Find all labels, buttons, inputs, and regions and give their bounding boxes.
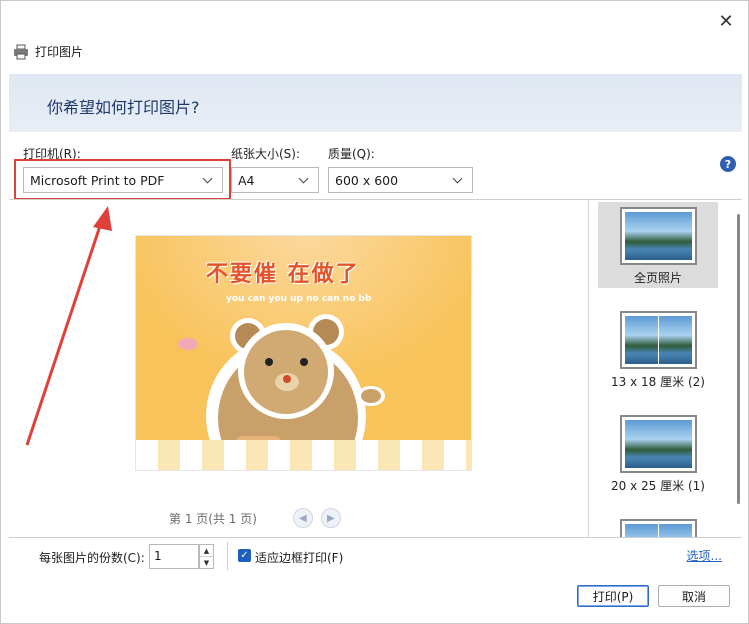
copies-stepper[interactable]: ▲ ▼: [199, 544, 214, 569]
printer-icon: [14, 44, 28, 59]
header-band: 你希望如何打印图片?: [9, 74, 742, 132]
divider: [227, 542, 228, 570]
layout-thumbnail: [619, 311, 697, 369]
quality-select[interactable]: 600 x 600: [328, 167, 473, 193]
fit-to-frame-checkbox[interactable]: ✓: [238, 549, 251, 562]
layout-label: 20 x 25 厘米 (1): [611, 479, 705, 493]
paper-size-select[interactable]: A4: [231, 167, 319, 193]
quality-label: 质量(Q):: [328, 147, 375, 161]
cancel-button[interactable]: 取消: [658, 585, 730, 607]
layout-thumbnail: [619, 415, 697, 473]
photo-stripes: [136, 440, 471, 470]
layout-item-full-page[interactable]: 全页照片: [598, 202, 718, 288]
next-page-icon[interactable]: ▶: [320, 508, 341, 528]
layout-label: 全页照片: [633, 271, 682, 285]
layout-label: 13 x 18 厘米 (2): [611, 375, 705, 389]
preview-pane: 不要催 在做了 you can you up no can no bb 第 1 …: [9, 200, 589, 538]
page-indicator: 第 1 页(共 1 页): [169, 511, 257, 526]
stepper-down-icon[interactable]: ▼: [200, 556, 213, 568]
layout-item-13x18[interactable]: 13 x 18 厘米 (2): [598, 306, 718, 392]
copies-label: 每张图片的份数(C):: [39, 551, 145, 565]
page-title: 你希望如何打印图片?: [47, 98, 200, 117]
content-area: 不要催 在做了 you can you up no can no bb 第 1 …: [9, 199, 742, 538]
paper-size-label: 纸张大小(S):: [231, 147, 301, 161]
pager: 第 1 页(共 1 页) ◀ ▶: [169, 508, 341, 528]
title-bar: 打印图片: [13, 43, 83, 60]
layout-scrollbar[interactable]: [737, 214, 740, 504]
previous-page-icon[interactable]: ◀: [292, 508, 313, 528]
photo-preview: 不要催 在做了 you can you up no can no bb: [135, 235, 472, 471]
bear-illustration: [178, 314, 385, 470]
copies-input[interactable]: 1: [149, 544, 199, 569]
window-title: 打印图片: [35, 45, 84, 59]
footer-options: 每张图片的份数(C): 1 ▲ ▼ ✓ 适应边框打印(F) 选项...: [9, 537, 742, 573]
help-icon[interactable]: ?: [720, 156, 736, 172]
paper-size-value: A4: [238, 172, 255, 188]
print-button[interactable]: 打印(P): [577, 585, 649, 607]
layout-thumbnail: [619, 207, 697, 265]
stepper-up-icon[interactable]: ▲: [200, 545, 213, 556]
close-icon[interactable]: ✕: [712, 9, 740, 33]
print-pictures-dialog: ✕ 打印图片 你希望如何打印图片? 打印机(R): Microsoft Prin…: [0, 0, 749, 624]
chevron-down-icon: [452, 174, 464, 186]
chevron-down-icon: [298, 174, 310, 186]
layout-thumbnail: [619, 519, 697, 538]
printer-highlight-box: [14, 159, 231, 200]
quality-value: 600 x 600: [335, 172, 399, 188]
options-link[interactable]: 选项...: [687, 547, 722, 564]
layout-item-partial[interactable]: [598, 514, 718, 538]
fit-to-frame-label[interactable]: 适应边框打印(F): [255, 549, 343, 566]
layout-item-20x25[interactable]: 20 x 25 厘米 (1): [598, 410, 718, 496]
layout-list: 全页照片 13 x 18 厘米 (2) 20 x 25 厘米 (1): [590, 200, 742, 538]
